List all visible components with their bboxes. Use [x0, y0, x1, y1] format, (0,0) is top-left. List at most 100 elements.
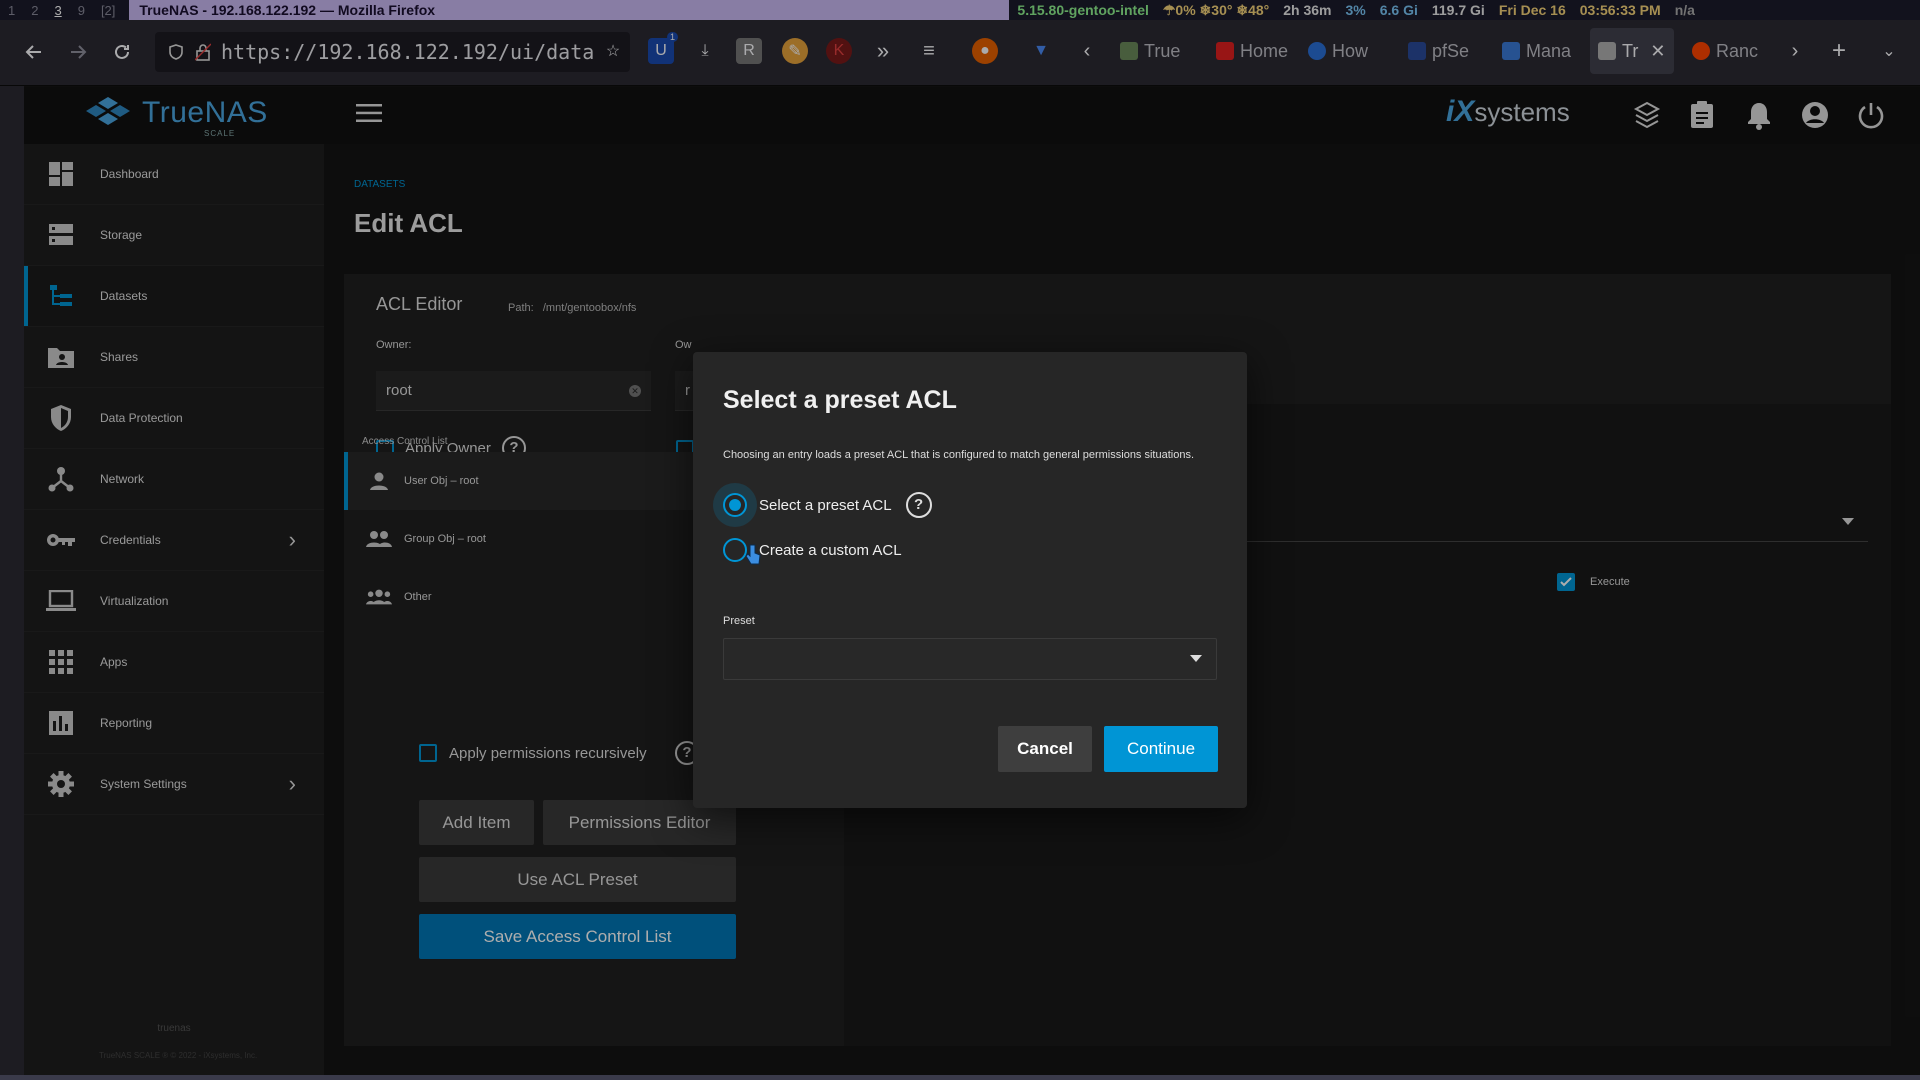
sidebar-item-label: Credentials	[100, 533, 161, 547]
shield-icon	[46, 403, 76, 433]
reader-extension-icon[interactable]: R	[736, 38, 762, 64]
execute-checkbox[interactable]	[1557, 573, 1575, 591]
close-tab-icon[interactable]: ✕	[1650, 41, 1665, 62]
sidebar-item-label: Data Protection	[100, 411, 183, 425]
sidebar-item-label: Dashboard	[100, 167, 159, 181]
sidebar-item-network[interactable]: Network	[24, 449, 324, 510]
shield-icon[interactable]	[167, 43, 185, 61]
battery-status: n/a	[1674, 1, 1695, 18]
memory-usage: 6.6 Gi	[1379, 1, 1418, 18]
app-edition: SCALE	[204, 129, 236, 138]
sidebar-item-dashboard[interactable]: Dashboard	[24, 144, 324, 205]
workspace-9[interactable]: 9	[70, 3, 93, 18]
sidebar-item-system-settings[interactable]: System Settings ›	[24, 754, 324, 815]
sidebar-item-storage[interactable]: Storage	[24, 205, 324, 266]
cancel-button[interactable]: Cancel	[998, 726, 1092, 772]
gear-icon	[46, 769, 76, 799]
forward-button[interactable]	[60, 34, 96, 70]
workspace-scratch[interactable]: [2]	[93, 3, 123, 18]
apply-recursive-label: Apply permissions recursively	[449, 745, 647, 762]
new-tab-icon[interactable]: +	[1826, 37, 1852, 64]
truenas-logo[interactable]: TrueNAS SCALE	[82, 93, 268, 138]
preset-select[interactable]	[723, 638, 1217, 680]
truecommand-button[interactable]	[1632, 100, 1662, 130]
lock-icon[interactable]	[195, 43, 211, 61]
breadcrumb[interactable]: DATASETS	[354, 179, 405, 190]
url-bar[interactable]: https://192.168.122.192/ui/data	[155, 32, 630, 72]
add-item-button[interactable]: Add Item	[419, 800, 534, 845]
workspace-2[interactable]: 2	[23, 3, 46, 18]
sidebar-item-data-protection[interactable]: Data Protection	[24, 388, 324, 449]
acl-item-group-obj[interactable]: Group Obj – root	[344, 510, 694, 568]
sidebar-item-datasets[interactable]: Datasets	[24, 266, 324, 327]
tab-truenas-active[interactable]: Tr ✕	[1590, 28, 1674, 74]
disk-usage: 119.7 Gi	[1431, 1, 1485, 18]
continue-button[interactable]: Continue	[1104, 726, 1218, 772]
tab-manage[interactable]: Mana	[1494, 28, 1576, 74]
system-stats: 5.15.80-gentoo-intel ☂0% ❄30° ❄48° 2h 36…	[1017, 2, 1695, 19]
acl-item-label: User Obj – root	[404, 475, 479, 487]
radio-button-selected[interactable]	[723, 493, 747, 517]
ix-mark: iX	[1446, 95, 1475, 128]
tabs-scroll-right-icon[interactable]: ›	[1782, 38, 1808, 64]
jobs-button[interactable]	[1688, 100, 1716, 130]
tabs-scroll-left-icon[interactable]: ‹	[1074, 38, 1100, 64]
radio-select-preset[interactable]: Select a preset ACL ?	[723, 492, 932, 518]
firefox-icon[interactable]: ●	[972, 38, 998, 64]
shares-icon	[46, 342, 76, 372]
apply-recursive-checkbox[interactable]	[419, 744, 437, 762]
tab-reddit[interactable]: Ranc	[1684, 28, 1770, 74]
v-icon	[1502, 42, 1520, 60]
tab-truenas-1[interactable]: True	[1112, 28, 1200, 74]
sidebar-item-virtualization[interactable]: Virtualization	[24, 571, 324, 632]
back-button[interactable]	[16, 34, 52, 70]
url-text[interactable]: https://192.168.122.192/ui/data	[221, 40, 594, 64]
tab-label: Mana	[1526, 40, 1572, 61]
menu-icon[interactable]: ≡	[916, 38, 942, 64]
acl-item-other[interactable]: Other	[344, 568, 694, 626]
save-acl-button[interactable]: Save Access Control List	[419, 914, 736, 959]
hamburger-menu-button[interactable]	[356, 103, 382, 123]
pfsense-icon	[1408, 42, 1426, 60]
more-extensions-icon[interactable]: »	[870, 38, 896, 64]
workspace-1[interactable]: 1	[0, 3, 23, 18]
execute-label: Execute	[1590, 576, 1630, 588]
bar-chart-icon	[46, 708, 76, 738]
window-frame-bottom	[0, 1075, 1920, 1080]
alerts-button[interactable]	[1745, 100, 1773, 130]
account-button[interactable]	[1800, 100, 1830, 130]
acl-editor-title: ACL Editor	[376, 294, 463, 314]
power-button[interactable]	[1856, 100, 1886, 130]
container-filter-icon[interactable]: ▼	[1028, 38, 1054, 64]
select-preset-acl-dialog: Select a preset ACL Choosing an entry lo…	[693, 352, 1247, 808]
bitwarden-extension-icon[interactable]: 1U	[648, 32, 678, 64]
extension-badge: 1	[666, 32, 678, 42]
sidebar-item-apps[interactable]: Apps	[24, 632, 324, 693]
tab-pfsense[interactable]: pfSe	[1400, 28, 1476, 74]
help-icon[interactable]: ?	[905, 492, 932, 518]
ixsystems-logo[interactable]: iX systems	[1446, 95, 1570, 129]
wordpress-icon	[1308, 42, 1326, 60]
radio-label: Select a preset ACL	[759, 496, 892, 514]
k-extension-icon[interactable]: K	[826, 38, 852, 64]
youtube-icon	[1216, 42, 1234, 60]
sidebar-item-credentials[interactable]: Credentials ›	[24, 510, 324, 571]
power-icon	[1858, 103, 1884, 129]
tab-youtube[interactable]: Home	[1208, 28, 1292, 74]
workspace-3[interactable]: 3	[46, 3, 69, 18]
tampermonkey-extension-icon[interactable]: ✎	[782, 38, 808, 64]
reload-button[interactable]	[104, 34, 140, 70]
tab-label: How	[1332, 40, 1369, 61]
truecommand-icon	[1633, 101, 1661, 129]
clear-icon[interactable]: ✕	[629, 385, 641, 397]
list-tabs-icon[interactable]: ⌄	[1876, 38, 1902, 64]
downloads-icon[interactable]: ⤓	[692, 38, 718, 64]
bookmark-star-icon[interactable]: ☆	[600, 38, 626, 64]
sidebar-item-shares[interactable]: Shares	[24, 327, 324, 388]
owner-input[interactable]: root ✕	[376, 371, 651, 411]
acl-item-user-obj[interactable]: User Obj – root	[344, 452, 694, 510]
tab-wordpress[interactable]: How	[1300, 28, 1380, 74]
sidebar-item-reporting[interactable]: Reporting	[24, 693, 324, 754]
use-acl-preset-button[interactable]: Use ACL Preset	[419, 857, 736, 902]
apps-grid-icon	[46, 647, 76, 677]
